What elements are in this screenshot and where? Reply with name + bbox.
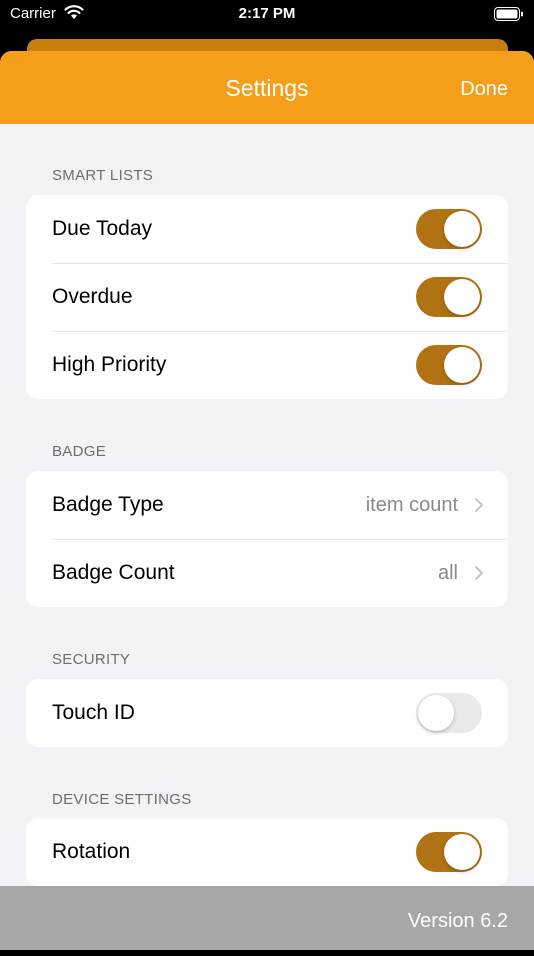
chevron-right-icon bbox=[475, 566, 483, 580]
row-label: Touch ID bbox=[52, 701, 135, 724]
row-due-today[interactable]: Due Today bbox=[26, 195, 508, 263]
chevron-right-icon bbox=[475, 498, 483, 512]
footer-bar: Version 6.2 bbox=[0, 886, 534, 950]
section-header-device-settings: DEVICE SETTINGS bbox=[52, 791, 192, 808]
row-label: Overdue bbox=[52, 285, 133, 308]
toggle-knob bbox=[444, 347, 480, 383]
done-button[interactable]: Done bbox=[460, 78, 508, 101]
security-group: Touch ID bbox=[26, 679, 508, 747]
section-header-badge: BADGE bbox=[52, 443, 107, 460]
badge-group: Badge Type item count Badge Count all bbox=[26, 471, 508, 607]
toggle-knob bbox=[444, 211, 480, 247]
nav-bar: Settings Done bbox=[0, 51, 534, 124]
row-label: Badge Count bbox=[52, 561, 175, 584]
battery-icon bbox=[494, 7, 523, 21]
row-value: all bbox=[437, 562, 458, 584]
row-badge-type[interactable]: Badge Type item count bbox=[26, 471, 508, 539]
touch-id-toggle[interactable] bbox=[416, 693, 482, 733]
toggle-knob bbox=[444, 834, 480, 870]
settings-sheet: Settings Done SMART LISTS Due Today Over… bbox=[0, 51, 534, 950]
device-settings-group: Rotation bbox=[26, 818, 508, 886]
smart-lists-group: Due Today Overdue High Priority bbox=[26, 195, 508, 399]
status-bar: Carrier 2:17 PM bbox=[0, 0, 534, 34]
row-label: High Priority bbox=[52, 353, 167, 376]
row-label: Badge Type bbox=[52, 493, 164, 516]
toggle-knob bbox=[444, 279, 480, 315]
row-label: Due Today bbox=[52, 217, 153, 240]
row-touch-id[interactable]: Touch ID bbox=[26, 679, 508, 747]
due-today-toggle[interactable] bbox=[416, 209, 482, 249]
status-time: 2:17 PM bbox=[238, 5, 296, 22]
row-overdue[interactable]: Overdue bbox=[26, 263, 508, 331]
row-label: Rotation bbox=[52, 840, 131, 863]
overdue-toggle[interactable] bbox=[416, 277, 482, 317]
page-title: Settings bbox=[225, 75, 309, 101]
row-rotation[interactable]: Rotation bbox=[26, 818, 508, 886]
rotation-toggle[interactable] bbox=[416, 832, 482, 872]
toggle-knob bbox=[418, 695, 454, 731]
row-value: item count bbox=[365, 494, 458, 516]
version-label: Version 6.2 bbox=[407, 910, 508, 932]
section-header-smart-lists: SMART LISTS bbox=[52, 167, 154, 184]
section-header-security: SECURITY bbox=[52, 651, 131, 668]
row-badge-count[interactable]: Badge Count all bbox=[26, 539, 508, 607]
row-high-priority[interactable]: High Priority bbox=[26, 331, 508, 399]
high-priority-toggle[interactable] bbox=[416, 345, 482, 385]
